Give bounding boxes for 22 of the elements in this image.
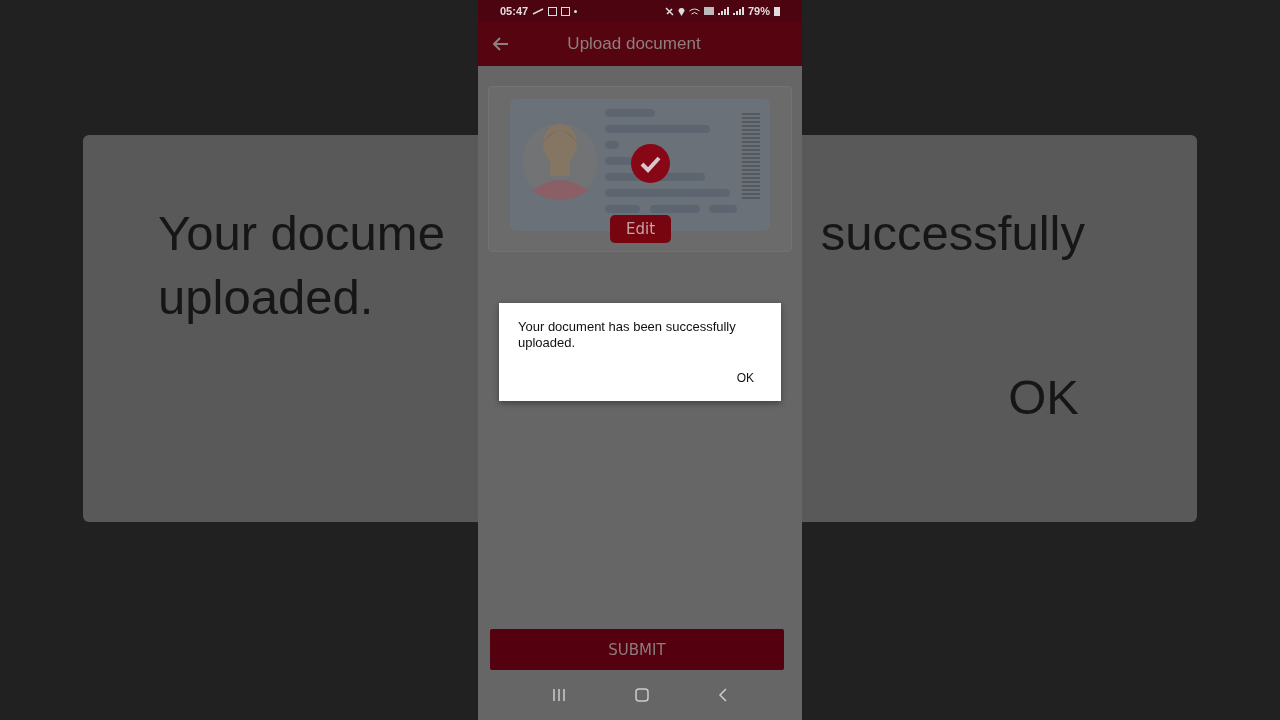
backdrop-message: successfully: [820, 205, 1085, 262]
dialog-message: Your document has been successfully uploaded.: [518, 319, 737, 351]
battery-percent: 79%: [747, 5, 770, 17]
backdrop-message: Your docume: [158, 205, 445, 262]
page-title: Upload document: [566, 34, 702, 54]
recent-apps-icon[interactable]: [552, 689, 567, 701]
signal-icon: [732, 7, 744, 15]
signal-icon: [717, 7, 729, 15]
home-icon[interactable]: [635, 688, 649, 702]
location-icon: [677, 6, 685, 16]
backdrop-ok-text: OK: [1008, 369, 1079, 426]
back-icon[interactable]: [717, 688, 728, 702]
battery-icon: [774, 6, 780, 16]
status-time: 05:47: [500, 5, 529, 17]
ok-button[interactable]: OK: [732, 369, 758, 387]
mute-icon: [664, 6, 674, 16]
edit-button[interactable]: Edit: [610, 215, 671, 243]
wifi-icon: [688, 7, 700, 15]
dot-icon: [574, 9, 578, 13]
backdrop-message: uploaded.: [158, 269, 374, 326]
stylus-icon: [532, 7, 545, 15]
submit-button[interactable]: SUBMIT: [490, 629, 784, 670]
